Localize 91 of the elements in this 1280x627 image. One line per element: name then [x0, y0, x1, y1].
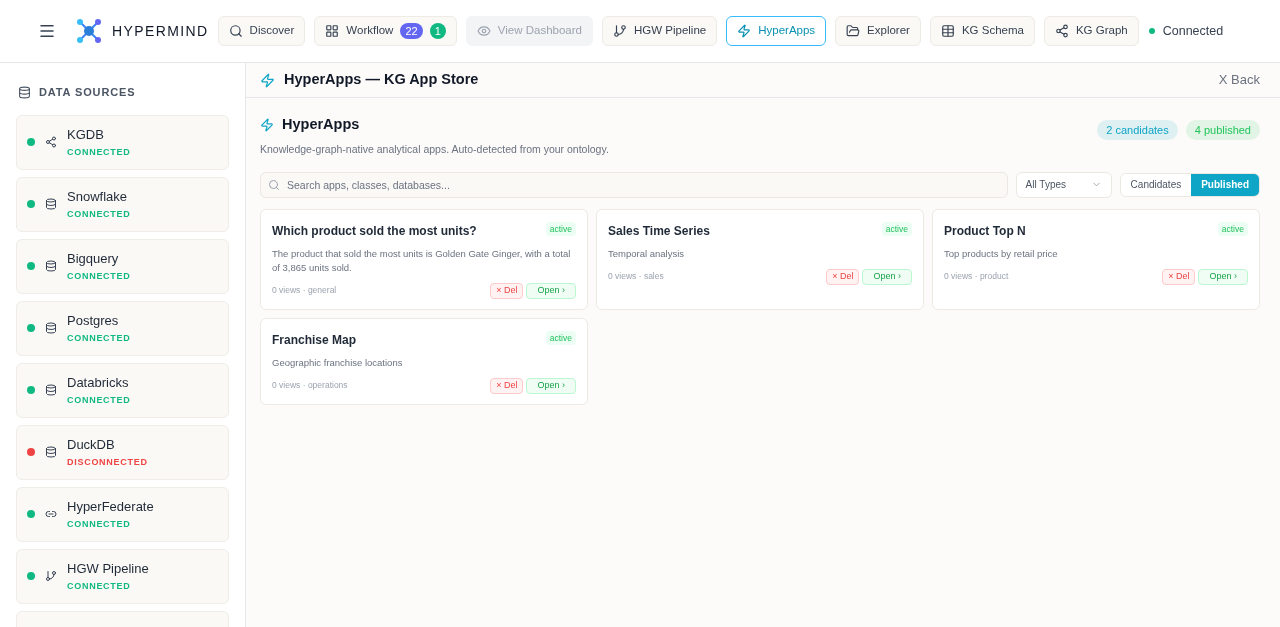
app-description: The product that sold the most units is Golden Gate Ginger, with a total of 3,865 units sold. [272, 246, 572, 275]
database-icon [18, 85, 31, 99]
nav-tab[interactable]: KG Graph [1043, 16, 1139, 46]
data-source-card[interactable]: KGDB CONNECTED [16, 114, 229, 170]
lightning-icon [260, 72, 275, 88]
source-status: DISCONNECTED [67, 456, 148, 469]
status-badge: active [1217, 221, 1248, 237]
nav-tab[interactable]: Discover [217, 16, 306, 46]
app-card[interactable]: Sales Time Series active Temporal analysis 0 views · sales × Del Open › [596, 208, 924, 310]
delete-button[interactable]: × Del [826, 268, 860, 285]
app-meta: 0 views · operations [272, 379, 348, 392]
search-icon [268, 178, 280, 191]
delete-button[interactable]: × Del [490, 377, 524, 394]
section-title: DATA SOURCES [39, 85, 136, 100]
source-status: CONNECTED [67, 208, 131, 221]
source-name: Snowflake [67, 187, 128, 206]
source-name: Postgres [67, 311, 120, 330]
status-badge: active [545, 221, 576, 237]
data-source-card[interactable]: Databricks CONNECTED [16, 362, 229, 418]
app-title: Franchise Map [272, 331, 357, 349]
lightning-icon [260, 117, 274, 132]
source-status: CONNECTED [67, 270, 131, 283]
back-button[interactable]: X Back [1218, 70, 1260, 90]
view-tab[interactable]: Candidates [1120, 173, 1192, 196]
menu-icon[interactable] [38, 22, 56, 40]
app-title: Product Top N [944, 222, 1026, 240]
source-name: DuckDB [67, 435, 116, 454]
app-description: Top products by retail price [944, 246, 1059, 261]
source-name: HGW Pipeline [67, 559, 149, 578]
app-meta: 0 views · sales [608, 270, 664, 283]
app-description: Geographic franchise locations [272, 355, 404, 370]
search-icon [228, 24, 243, 38]
database-icon [45, 198, 57, 210]
data-source-card[interactable]: Snowflake CONNECTED [16, 176, 229, 232]
source-name: HyperFederate [67, 497, 154, 516]
link-icon [45, 508, 57, 520]
app-meta: 0 views · product [944, 270, 1009, 283]
database-icon [45, 260, 57, 272]
source-name: KGDB [67, 125, 105, 144]
share-icon [1054, 24, 1069, 38]
status-badge: active [545, 330, 576, 346]
database-icon [45, 384, 57, 396]
data-source-card[interactable]: HyperFederate CONNECTED [16, 486, 229, 542]
type-dropdown[interactable]: All Types [1015, 171, 1112, 198]
source-status: CONNECTED [67, 394, 131, 407]
delete-button[interactable]: × Del [490, 282, 524, 299]
brand-name: HYPERMIND [112, 21, 209, 41]
status-badge: active [881, 221, 912, 237]
section-heading: HyperApps [282, 115, 360, 134]
app-title: Sales Time Series [608, 222, 710, 240]
lightning-icon [737, 24, 752, 38]
app-card[interactable]: Franchise Map active Geographic franchise locations 0 views · operations × Del Open › [260, 317, 588, 405]
table-icon [940, 24, 955, 38]
data-source-card[interactable]: Postgres CONNECTED [16, 300, 229, 356]
folder-icon [846, 24, 861, 38]
app-description: Temporal analysis [608, 246, 686, 261]
database-icon [45, 322, 57, 334]
database-icon [45, 446, 57, 458]
source-status: CONNECTED [67, 146, 131, 159]
source-status: CONNECTED [67, 332, 131, 345]
section-subtitle: Knowledge-graph-native analytical apps. Auto-detected from your ontology. [260, 141, 609, 157]
app-meta: 0 views · general [272, 284, 337, 297]
panel-title: HyperApps — KG App Store [284, 70, 479, 90]
count-pill: 4 published [1185, 120, 1260, 140]
search-field[interactable]: Search apps, classes, databases... [260, 171, 1008, 198]
nav-tab[interactable]: Workflow 22 1 [314, 16, 457, 46]
source-name: Databricks [67, 373, 130, 392]
connection-status: Connected [1162, 22, 1224, 40]
branch-icon [45, 570, 57, 582]
nav-tab[interactable]: HGW Pipeline [602, 16, 718, 46]
app-title: Which product sold the most units? [272, 222, 477, 240]
nav-tab[interactable]: KG Schema [929, 16, 1035, 46]
logo-icon [76, 18, 102, 44]
data-source-card[interactable]: Bigquery CONNECTED [16, 238, 229, 294]
count-badge: 22 [400, 23, 423, 39]
data-source-card[interactable]: HGW Pipeline CONNECTED [16, 548, 229, 604]
source-status: CONNECTED [67, 518, 132, 531]
nav-tab[interactable]: HyperApps [726, 16, 827, 46]
delete-button[interactable]: × Del [1162, 268, 1196, 285]
app-card[interactable]: Which product sold the most units? active The product that sold the most units is Golden Gate Ginger, with a total of 3,865 units sold. 0 views · general × Del Open › [260, 208, 588, 310]
count-badge: 1 [429, 23, 446, 39]
source-status: CONNECTED [67, 580, 132, 593]
grid-icon [325, 24, 340, 38]
share-icon [45, 136, 57, 148]
branch-icon [613, 24, 627, 38]
source-name: Bigquery [67, 249, 120, 268]
app-card[interactable]: Product Top N active Top products by retail price 0 views · product × Del Open › [932, 208, 1260, 310]
eye-icon [476, 24, 491, 38]
data-source-card[interactable]: DuckDB DISCONNECTED [16, 424, 229, 480]
count-pill: 2 candidates [1097, 120, 1178, 140]
nav-tab[interactable]: Explorer [835, 16, 921, 46]
